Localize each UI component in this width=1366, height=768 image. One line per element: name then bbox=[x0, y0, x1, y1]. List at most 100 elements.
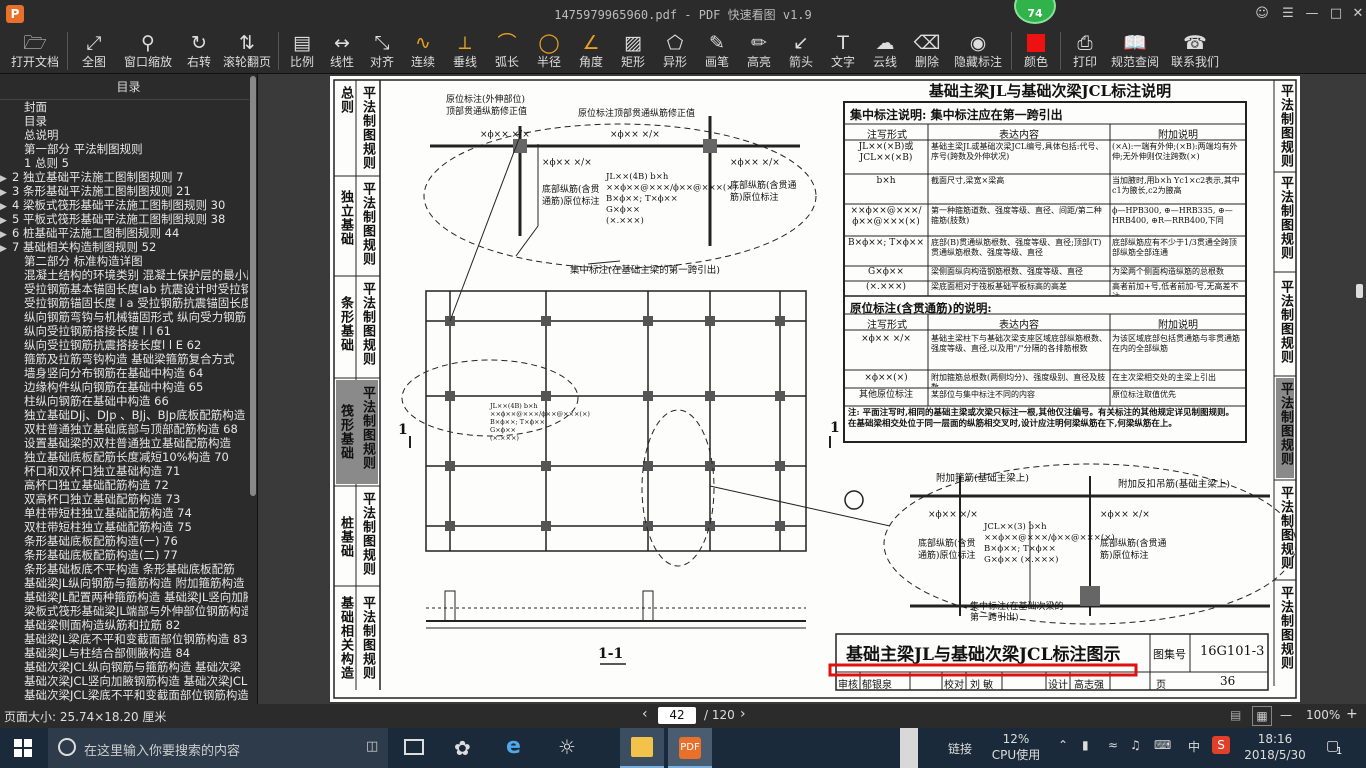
windows-start-icon[interactable] bbox=[14, 739, 32, 757]
outline-item[interactable]: 独立基础底板配筋长度减短10%构造 70 bbox=[0, 450, 248, 464]
expand-arrow-icon[interactable]: ▶ bbox=[0, 186, 12, 198]
outline-item[interactable]: 高杯口独立基础配筋构造 72 bbox=[0, 478, 248, 492]
task-view-icon[interactable] bbox=[404, 739, 424, 755]
clock[interactable]: 18:16 2018/5/30 bbox=[1240, 731, 1310, 763]
outline-item[interactable]: 边缘构件纵向钢筋在基础中构造 65 bbox=[0, 380, 248, 394]
viewer-scroll-thumb[interactable] bbox=[1356, 284, 1363, 298]
toolbar-ruler-button[interactable]: ▤ 比例 bbox=[282, 28, 322, 74]
taskbar-search-box[interactable]: 在这里输入你要搜索的内容 ◫ bbox=[48, 728, 388, 768]
tab-related-label[interactable]: 基础相关构造 bbox=[336, 596, 355, 690]
zoom-out-icon[interactable]: — bbox=[1280, 708, 1292, 722]
outline-item[interactable]: 纵向受拉钢筋搭接长度 l l 61 bbox=[0, 324, 248, 338]
tab-related-rules[interactable]: 平法制图规则 bbox=[358, 596, 377, 690]
outline-scroll-thumb[interactable] bbox=[250, 76, 256, 496]
expand-arrow-icon[interactable]: ▶ bbox=[0, 172, 12, 184]
toolbar-radius-button[interactable]: ◯ 半径 bbox=[528, 28, 570, 74]
outline-item[interactable]: 梁板式筏形基础梁JL端部与外伸部位钢筋构造 bbox=[0, 604, 248, 618]
outline-item[interactable]: 条形基础底板配筋构造(一) 76 bbox=[0, 534, 248, 548]
outline-item[interactable]: ▶ 7 基础相关构造制图规则 52 bbox=[0, 240, 248, 254]
toolbar-zoom-button[interactable]: ⚲ 窗口缩放 bbox=[117, 28, 179, 74]
toolbar-aligned-dimension-button[interactable]: ⤡ 对齐 bbox=[362, 28, 402, 74]
outline-item[interactable]: 1 总则 5 bbox=[0, 156, 248, 170]
close-button[interactable]: ✕ bbox=[1346, 4, 1366, 24]
toolbar-pen-button[interactable]: ✎ 画笔 bbox=[696, 28, 738, 74]
outline-item[interactable]: 双柱普通独立基础底部与顶部配筋构造 68 bbox=[0, 422, 248, 436]
taskbar-scroll[interactable] bbox=[900, 728, 918, 768]
toolbar-cloud-line-button[interactable]: ☁ 云线 bbox=[864, 28, 906, 74]
toolbar-angle-button[interactable]: ∠ 角度 bbox=[570, 28, 612, 74]
outline-item[interactable]: ▶ 6 桩基础平法施工图制图规则 44 bbox=[0, 226, 248, 240]
outline-item[interactable]: 独立基础DJj、DJp 、BJj、BJp底板配筋构造 bbox=[0, 408, 248, 422]
continuous-view-icon[interactable]: ▦ bbox=[1252, 706, 1272, 726]
tab-strip-rules[interactable]: 平法制图规则 bbox=[358, 282, 377, 376]
toolbar-highlighter-button[interactable]: ✏ 高亮 bbox=[738, 28, 780, 74]
tray-expand-icon[interactable]: ⌃ bbox=[1058, 738, 1068, 752]
outline-item[interactable]: 基础次梁JCL梁底不平和变截面部位钢筋构造 bbox=[0, 688, 248, 702]
toolbar-contact-button[interactable]: ☎ 联系我们 bbox=[1164, 28, 1226, 74]
tab-general-label[interactable]: 总则 bbox=[336, 86, 355, 172]
tab-general-rules[interactable]: 平法制图规则 bbox=[358, 86, 377, 172]
ime-indicator[interactable]: 中 bbox=[1188, 738, 1200, 755]
network-link-label[interactable]: 链接 bbox=[948, 740, 972, 757]
keyboard-icon[interactable]: ⌨ bbox=[1154, 738, 1171, 752]
right-tab-1[interactable]: 平法制图规则 bbox=[1276, 84, 1295, 170]
outline-item[interactable]: 封面 bbox=[0, 100, 248, 114]
wifi-icon[interactable]: ≈ bbox=[1108, 738, 1118, 752]
zoom-level[interactable]: 100% bbox=[1306, 708, 1340, 722]
toolbar-folder-button[interactable]: 🗁 打开文档 bbox=[6, 28, 64, 74]
outline-item[interactable]: ▶ 5 平板式筏形基础平法施工图制图规则 38 bbox=[0, 212, 248, 226]
zoom-in-icon[interactable]: + bbox=[1346, 706, 1358, 722]
minimize-button[interactable]: — bbox=[1300, 4, 1324, 24]
viewer-scrollbar[interactable] bbox=[1354, 74, 1366, 704]
toolbar-printer-button[interactable]: ⎙ 打印 bbox=[1064, 28, 1106, 74]
toolbar-arc-length-button[interactable]: ⌒ 弧长 bbox=[486, 28, 528, 74]
outline-item[interactable]: 双柱带短柱独立基础配筋构造 75 bbox=[0, 520, 248, 534]
sogou-ime-icon[interactable]: S bbox=[1212, 736, 1230, 754]
outline-item[interactable]: 总说明 bbox=[0, 128, 248, 142]
toolbar-continuous-dimension-button[interactable]: ∿ 连续 bbox=[402, 28, 444, 74]
tab-strip-label[interactable]: 条形基础 bbox=[336, 296, 355, 376]
outline-item[interactable]: 条形基础底板配筋构造(二) 77 bbox=[0, 548, 248, 562]
file-explorer-task[interactable] bbox=[620, 728, 664, 768]
toolbar-fit-page-button[interactable]: ⤢ 全图 bbox=[71, 28, 117, 74]
battery-icon[interactable]: ▮ bbox=[1082, 738, 1089, 752]
ie-browser-icon[interactable]: e bbox=[506, 734, 521, 759]
expand-arrow-icon[interactable]: ▶ bbox=[0, 242, 12, 254]
outline-item[interactable]: 单柱带短柱独立基础配筋构造 74 bbox=[0, 506, 248, 520]
pinwheel-app-icon[interactable]: ✿ bbox=[454, 736, 471, 760]
outline-item[interactable]: 箍筋及拉筋弯钩构造 基础梁箍筋复合方式 bbox=[0, 352, 248, 366]
browser-app-icon[interactable]: ☼ bbox=[558, 735, 576, 759]
maximize-button[interactable]: □ bbox=[1324, 4, 1348, 24]
outline-item[interactable]: 第一部分 平法制图规则 bbox=[0, 142, 248, 156]
toolbar-color-swatch-button[interactable]: 颜色 bbox=[1015, 28, 1057, 74]
right-tab-4[interactable]: 平法制图规则 bbox=[1276, 382, 1295, 474]
document-viewer[interactable]: 总则 平法制图规则 独立基础 平法制图规则 条形基础 平法制图规则 筏形基础 平… bbox=[258, 74, 1366, 704]
expand-arrow-icon[interactable]: ▶ bbox=[0, 200, 12, 212]
outline-item[interactable]: 受拉钢筋锚固长度 l a 受拉钢筋抗震锚固长度 bbox=[0, 296, 248, 310]
outline-item[interactable]: ▶ 2 独立基础平法施工图制图规则 7 bbox=[0, 170, 248, 184]
expand-arrow-icon[interactable]: ▶ bbox=[0, 214, 12, 226]
outline-item[interactable]: 基础梁JL与柱结合部侧腋构造 84 bbox=[0, 646, 248, 660]
next-page-icon[interactable]: › bbox=[740, 706, 746, 722]
toolbar-text-button[interactable]: T 文字 bbox=[822, 28, 864, 74]
expand-arrow-icon[interactable]: ▶ bbox=[0, 228, 12, 240]
tab-pile-rules[interactable]: 平法制图规则 bbox=[358, 492, 377, 584]
outline-item[interactable]: 基础次梁JCL竖向加腋钢筋构造 基础次梁JCL bbox=[0, 674, 248, 688]
outline-item[interactable]: 条形基础板底不平构造 条形基础底板配筋 bbox=[0, 562, 248, 576]
outline-item[interactable]: ▶ 4 梁板式筏形基础平法施工图制图规则 30 bbox=[0, 198, 248, 212]
outline-item[interactable]: 双高杯口独立基础配筋构造 73 bbox=[0, 492, 248, 506]
page-number-input[interactable]: 42 bbox=[658, 707, 696, 724]
toolbar-book-button[interactable]: 📖 规范查阅 bbox=[1106, 28, 1164, 74]
outline-item[interactable]: 基础梁JL梁底不平和变截面部位钢筋构造 83 bbox=[0, 632, 248, 646]
performance-badge[interactable]: 74 bbox=[1014, 0, 1056, 24]
toolbar-rectangle-area-button[interactable]: ▨ 矩形 bbox=[612, 28, 654, 74]
outline-scrollbar[interactable] bbox=[249, 74, 257, 704]
tab-isolated-label[interactable]: 独立基础 bbox=[336, 190, 355, 276]
volume-icon[interactable]: ♫ bbox=[1130, 738, 1141, 752]
outline-item[interactable]: 基础梁侧面构造纵筋和拉筋 82 bbox=[0, 618, 248, 632]
toolbar-polygon-area-button[interactable]: ⬠ 异形 bbox=[654, 28, 696, 74]
outline-item[interactable]: 柱纵向钢筋在基础中构造 66 bbox=[0, 394, 248, 408]
outline-item[interactable]: 设置基础梁的双柱普通独立基础配筋构造 bbox=[0, 436, 248, 450]
tab-raft-label[interactable]: 筏形基础 bbox=[336, 404, 355, 484]
toolbar-linear-dimension-button[interactable]: ↔ 线性 bbox=[322, 28, 362, 74]
